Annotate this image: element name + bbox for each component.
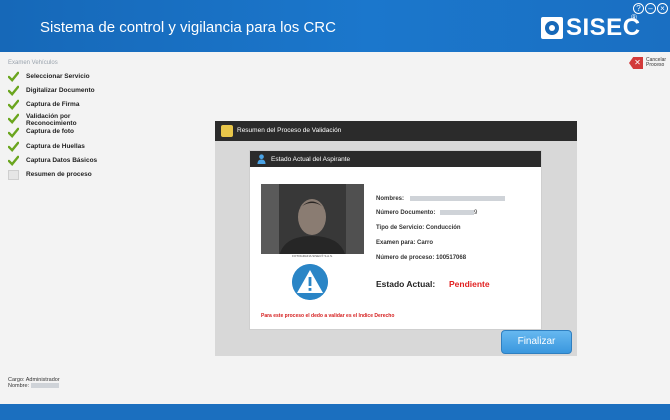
close-button[interactable]: × — [657, 3, 668, 14]
logo-text: SISEC — [566, 14, 641, 41]
photo-image — [261, 184, 364, 257]
field-tipo-servicio: Tipo de Servicio: Conducción — [376, 225, 461, 231]
step-digitalizar-documento[interactable]: Digitalizar Documento — [8, 85, 121, 96]
step-label: Captura de foto — [26, 128, 75, 135]
document-icon — [8, 170, 19, 180]
panel-title: Resumen del Proceso de Validación — [237, 127, 342, 134]
step-label: Captura de Firma — [26, 101, 80, 108]
proceso-value: 100517068 — [436, 255, 467, 261]
documento-suffix: 9 — [474, 210, 478, 217]
field-nombres: Nombres: — [376, 196, 505, 202]
redacted-name — [30, 383, 59, 389]
summary-icon — [221, 125, 233, 137]
step-captura-firma[interactable]: Captura de Firma — [8, 99, 121, 110]
step-label: Seleccionar Servicio — [26, 73, 90, 80]
examen-label: Examen para: — [376, 240, 416, 246]
card-header: Estado Actual del Aspirante — [250, 151, 541, 167]
check-icon — [8, 141, 19, 152]
field-documento: Número Documento: 9 — [376, 210, 477, 216]
step-captura-foto[interactable]: Captura de foto — [8, 127, 121, 138]
logo-registered-mark: ® — [631, 13, 637, 22]
warning-icon — [292, 264, 328, 300]
help-button[interactable]: ? — [633, 3, 644, 14]
step-captura-huellas[interactable]: Captura de Huellas — [8, 141, 121, 152]
footer-bar — [0, 404, 670, 420]
finalizar-button[interactable]: Finalizar — [501, 330, 572, 354]
photo-caption: FOTOGRAFIA SISEC® S.A.S. — [261, 254, 364, 259]
cancel-process-button[interactable]: ✕ Cancelar Proceso — [629, 56, 667, 70]
field-examen: Examen para: Carro — [376, 240, 433, 246]
estado-value: Pendiente — [449, 279, 490, 289]
section-label: Examen Vehículos — [8, 60, 58, 66]
check-icon — [8, 155, 19, 166]
step-validacion-reconocimiento[interactable]: Validación por Reconocimiento — [8, 113, 86, 127]
estado-label: Estado Actual: — [376, 279, 436, 289]
finger-note: Para este proceso el dedo a validar es e… — [261, 313, 395, 319]
field-proceso: Número de proceso: 100517068 — [376, 255, 466, 261]
step-resumen-proceso[interactable]: Resumen de proceso — [8, 170, 121, 180]
check-icon — [8, 113, 19, 124]
logo-mark-icon — [541, 17, 563, 39]
step-label: Captura de Huellas — [26, 143, 85, 150]
applicant-photo — [261, 184, 364, 257]
step-label: Resumen de proceso — [26, 171, 92, 178]
check-icon — [8, 127, 19, 138]
proceso-label: Número de proceso: — [376, 255, 435, 261]
app-header: Sistema de control y vigilancia para los… — [0, 0, 670, 52]
cancel-x-icon: ✕ — [629, 57, 643, 69]
step-label: Digitalizar Documento — [26, 87, 95, 94]
check-icon — [8, 85, 19, 96]
step-label: Captura Datos Básicos — [26, 157, 98, 164]
cancel-label-2: Proceso — [646, 62, 665, 68]
user-info: Cargo: Administrador Nombre: — [8, 377, 60, 389]
check-icon — [8, 71, 19, 82]
step-label: Validación por Reconocimiento — [26, 113, 77, 127]
minimize-button[interactable]: – — [645, 3, 656, 14]
documento-label: Número Documento: — [376, 210, 436, 217]
redacted-nombres — [409, 196, 505, 201]
panel-header: Resumen del Proceso de Validación — [215, 121, 577, 141]
sisec-logo: SISEC — [541, 14, 641, 41]
nombres-label: Nombres: — [376, 196, 405, 203]
redacted-documento — [440, 210, 475, 215]
tipo-value: Conducción — [425, 225, 461, 231]
nombre-label: Nombre: — [8, 383, 30, 389]
examen-value: Carro — [417, 240, 434, 246]
app-title: Sistema de control y vigilancia para los… — [40, 19, 336, 36]
card-title: Estado Actual del Aspirante — [271, 156, 351, 163]
step-captura-datos-basicos[interactable]: Captura Datos Básicos — [8, 155, 121, 166]
check-icon — [8, 99, 19, 110]
user-icon — [257, 154, 266, 164]
step-seleccionar-servicio[interactable]: Seleccionar Servicio — [8, 71, 121, 82]
tipo-label: Tipo de Servicio: — [376, 225, 425, 231]
